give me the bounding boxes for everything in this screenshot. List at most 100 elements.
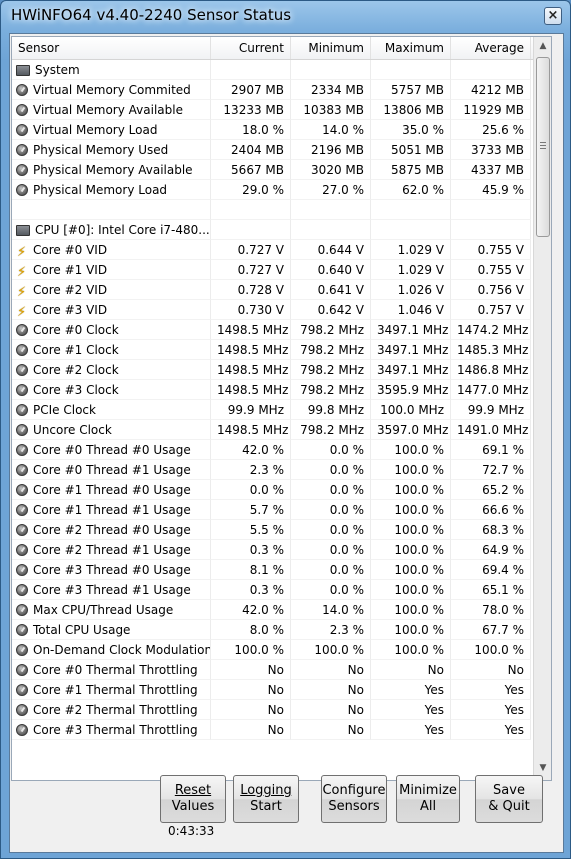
gauge-icon xyxy=(16,684,28,696)
maximum-value-cell: 62.0 % xyxy=(371,180,451,200)
client-area: Sensor Current Minimum Maximum Average S… xyxy=(9,33,564,853)
column-header-sensor[interactable]: Sensor xyxy=(12,37,211,59)
close-button[interactable]: × xyxy=(544,7,562,25)
table-row[interactable]: Core #2 Clock 1498.5 MHz 798.2 MHz 3497.1 M… xyxy=(12,360,535,380)
table-row[interactable]: Core #3 Clock 1498.5 MHz 798.2 MHz 3595.9 M… xyxy=(12,380,535,400)
sensor-name-cell: Core #0 Clock xyxy=(12,320,211,340)
maximum-value-cell: Yes xyxy=(371,680,451,700)
average-value-cell: 72.7 % xyxy=(451,460,531,480)
maximum-value-cell: 3595.9 MHz xyxy=(371,380,451,400)
table-row[interactable]: Core #1 Thread #0 Usage 0.0 % 0.0 % 100.0 %… xyxy=(12,480,535,500)
table-row[interactable]: Virtual Memory Available 13233 MB 10383 MB… xyxy=(12,100,535,120)
sensor-label: Core #3 Clock xyxy=(33,383,119,397)
minimum-value-cell xyxy=(291,200,371,220)
vertical-scrollbar[interactable]: ▲ ▼ xyxy=(533,37,551,780)
sensor-label: Core #2 Thermal Throttling xyxy=(33,703,198,717)
table-row[interactable]: Core #2 Thermal Throttling No No Yes Yes xyxy=(12,700,535,720)
average-value-cell xyxy=(451,220,531,240)
current-value-cell: 2.3 % xyxy=(211,460,291,480)
minimum-value-cell: No xyxy=(291,660,371,680)
gauge-icon xyxy=(16,424,28,436)
table-row[interactable]: Physical Memory Available 5667 MB 3020 MB 5… xyxy=(12,160,535,180)
current-value-cell: 1498.5 MHz xyxy=(211,340,291,360)
current-value-cell: 8.1 % xyxy=(211,560,291,580)
table-row[interactable]: Core #3 Thread #1 Usage 0.3 % 0.0 % 100.0 %… xyxy=(12,580,535,600)
average-value-cell: 78.0 % xyxy=(451,600,531,620)
table-row[interactable]: ⚡ Core #2 VID 0.728 V 0.641 V 1.026 V 0.756 V xyxy=(12,280,535,300)
logging-button-label-1: Logging xyxy=(240,783,292,798)
maximum-value-cell: 100.0 % xyxy=(371,500,451,520)
maximum-value-cell: 100.0 % xyxy=(371,460,451,480)
grip-line xyxy=(540,148,546,149)
sensor-name-cell: Uncore Clock xyxy=(12,420,211,440)
average-value-cell xyxy=(451,60,531,80)
scroll-up-arrow-icon[interactable]: ▲ xyxy=(535,38,551,55)
table-row[interactable]: Max CPU/Thread Usage 42.0 % 14.0 % 100.0 % 7… xyxy=(12,600,535,620)
maximum-value-cell: 3597.0 MHz xyxy=(371,420,451,440)
column-header-average[interactable]: Average xyxy=(451,37,531,59)
average-value-cell: 1485.3 MHz xyxy=(451,340,531,360)
minimize-all-button[interactable]: Minimize All xyxy=(396,775,460,823)
average-value-cell: 0.756 V xyxy=(451,280,531,300)
scrollbar-thumb[interactable] xyxy=(536,57,550,237)
current-value-cell: 1498.5 MHz xyxy=(211,380,291,400)
save-quit-button[interactable]: Save & Quit xyxy=(475,775,543,823)
sensor-name-cell: Core #1 Clock xyxy=(12,340,211,360)
current-value-cell xyxy=(211,200,291,220)
gauge-icon xyxy=(16,344,28,356)
table-row[interactable]: Core #0 Thermal Throttling No No No No xyxy=(12,660,535,680)
table-row[interactable]: Core #3 Thread #0 Usage 8.1 % 0.0 % 100.0 %… xyxy=(12,560,535,580)
current-value-cell: 8.0 % xyxy=(211,620,291,640)
table-row[interactable]: Core #3 Thermal Throttling No No Yes Yes xyxy=(12,720,535,740)
sensor-label: Core #0 Thread #1 Usage xyxy=(33,463,191,477)
table-row[interactable]: Core #0 Thread #0 Usage 42.0 % 0.0 % 100.0 … xyxy=(12,440,535,460)
table-row[interactable]: Core #1 Thread #1 Usage 5.7 % 0.0 % 100.0 %… xyxy=(12,500,535,520)
table-row[interactable]: ⚡ Core #1 VID 0.727 V 0.640 V 1.029 V 0.755 V xyxy=(12,260,535,280)
sensor-label: Core #0 Thermal Throttling xyxy=(33,663,198,677)
maximum-value-cell: No xyxy=(371,660,451,680)
minimum-value-cell: No xyxy=(291,700,371,720)
sensor-group-row[interactable]: System xyxy=(12,60,535,80)
sensor-label: Physical Memory Available xyxy=(33,163,193,177)
table-row[interactable]: Uncore Clock 1498.5 MHz 798.2 MHz 3597.0 MH… xyxy=(12,420,535,440)
reset-values-button[interactable]: Reset Values xyxy=(160,775,226,823)
average-value-cell: 4212 MB xyxy=(451,80,531,100)
table-row[interactable]: Core #1 Clock 1498.5 MHz 798.2 MHz 3497.1 M… xyxy=(12,340,535,360)
sensor-name-cell: On-Demand Clock Modulation xyxy=(12,640,211,660)
column-header-current[interactable]: Current xyxy=(211,37,291,59)
sensor-label: Core #2 VID xyxy=(33,283,108,297)
table-row[interactable]: Core #0 Thread #1 Usage 2.3 % 0.0 % 100.0 %… xyxy=(12,460,535,480)
sensor-name-cell: Physical Memory Load xyxy=(12,180,211,200)
logging-start-button[interactable]: Logging Start xyxy=(233,775,299,823)
maximum-value-cell: 3497.1 MHz xyxy=(371,360,451,380)
table-row[interactable]: Physical Memory Load 29.0 % 27.0 % 62.0 % 45… xyxy=(12,180,535,200)
table-row[interactable]: Physical Memory Used 2404 MB 2196 MB 5051 M… xyxy=(12,140,535,160)
gauge-icon xyxy=(16,604,28,616)
average-value-cell: 0.757 V xyxy=(451,300,531,320)
sensor-name-cell: Core #2 Thread #1 Usage xyxy=(12,540,211,560)
sensor-name-cell: System xyxy=(12,60,211,80)
current-value-cell: 42.0 % xyxy=(211,440,291,460)
table-row[interactable]: On-Demand Clock Modulation 100.0 % 100.0 %… xyxy=(12,640,535,660)
sensor-label: Virtual Memory Commited xyxy=(33,83,191,97)
current-value-cell xyxy=(211,60,291,80)
column-header-minimum[interactable]: Minimum xyxy=(291,37,371,59)
sensor-group-row[interactable]: CPU [#0]: Intel Core i7-480... xyxy=(12,220,535,240)
column-header-maximum[interactable]: Maximum xyxy=(371,37,451,59)
configure-sensors-button[interactable]: Configure Sensors xyxy=(321,775,387,823)
table-row[interactable]: Core #2 Thread #0 Usage 5.5 % 0.0 % 100.0 %… xyxy=(12,520,535,540)
table-row[interactable]: Core #1 Thermal Throttling No No Yes Yes xyxy=(12,680,535,700)
current-value-cell: No xyxy=(211,660,291,680)
sensor-list[interactable]: Sensor Current Minimum Maximum Average S… xyxy=(11,36,552,781)
maximum-value-cell: 35.0 % xyxy=(371,120,451,140)
table-row[interactable]: Total CPU Usage 8.0 % 2.3 % 100.0 % 67.7 % xyxy=(12,620,535,640)
sensor-label: Core #0 Thread #0 Usage xyxy=(33,443,191,457)
table-row[interactable]: Core #2 Thread #1 Usage 0.3 % 0.0 % 100.0 %… xyxy=(12,540,535,560)
table-row[interactable]: ⚡ Core #3 VID 0.730 V 0.642 V 1.046 V 0.757 V xyxy=(12,300,535,320)
table-row[interactable]: PCIe Clock 99.9 MHz 99.8 MHz 100.0 MHz 99.9 … xyxy=(12,400,535,420)
table-row[interactable]: Virtual Memory Load 18.0 % 14.0 % 35.0 % 25.… xyxy=(12,120,535,140)
table-row[interactable]: Core #0 Clock 1498.5 MHz 798.2 MHz 3497.1 M… xyxy=(12,320,535,340)
table-row[interactable]: ⚡ Core #0 VID 0.727 V 0.644 V 1.029 V 0.755 V xyxy=(12,240,535,260)
table-row[interactable]: Virtual Memory Commited 2907 MB 2334 MB 575… xyxy=(12,80,535,100)
title-bar[interactable]: HWiNFO64 v4.40-2240 Sensor Status × xyxy=(1,1,570,33)
